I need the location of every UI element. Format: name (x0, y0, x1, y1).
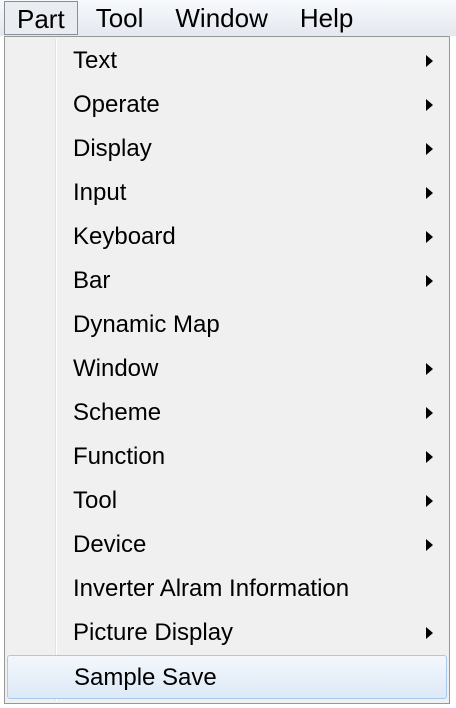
submenu-arrow-icon (426, 539, 433, 551)
submenu-arrow-icon (426, 407, 433, 419)
menu-item-label: Window (73, 355, 159, 382)
menu-tool[interactable]: Tool (80, 1, 160, 35)
menu-item-label: Device (73, 531, 147, 558)
submenu-arrow-icon (426, 495, 433, 507)
submenu-arrow-icon (426, 143, 433, 155)
submenu-arrow-icon (426, 99, 433, 111)
menu-item-picture-display[interactable]: Picture Display (7, 611, 447, 655)
menu-item-label: Tool (73, 487, 118, 514)
menu-item-input[interactable]: Input (7, 171, 447, 215)
menu-item-label: Input (73, 179, 127, 206)
part-dropdown-menu: Text Operate Display Input Keyboard Bar Dynami… (4, 36, 450, 704)
menu-item-dynamic-map[interactable]: Dynamic Map (7, 303, 447, 347)
menu-item-window[interactable]: Window (7, 347, 447, 391)
menu-item-label: Scheme (73, 399, 162, 426)
submenu-arrow-icon (426, 187, 433, 199)
menu-item-label: Sample Save (74, 664, 217, 691)
menu-item-label: Picture Display (73, 619, 234, 646)
menu-item-operate[interactable]: Operate (7, 83, 447, 127)
menu-item-sample-save[interactable]: Sample Save (7, 655, 447, 699)
menu-item-inverter-alram-information[interactable]: Inverter Alram Information (7, 567, 447, 611)
menu-item-keyboard[interactable]: Keyboard (7, 215, 447, 259)
menu-item-label: Operate (73, 91, 160, 118)
menu-item-device[interactable]: Device (7, 523, 447, 567)
menu-help[interactable]: Help (284, 1, 369, 35)
menu-item-label: Keyboard (73, 223, 176, 250)
menu-item-text[interactable]: Text (7, 39, 447, 83)
menu-item-scheme[interactable]: Scheme (7, 391, 447, 435)
menu-part[interactable]: Part (4, 1, 78, 35)
menu-bar: Part Tool Window Help (0, 0, 456, 36)
submenu-arrow-icon (426, 55, 433, 67)
menu-item-label: Dynamic Map (73, 311, 220, 338)
menu-item-label: Bar (73, 267, 111, 294)
menu-item-tool[interactable]: Tool (7, 479, 447, 523)
menu-item-label: Display (73, 135, 152, 162)
submenu-arrow-icon (426, 627, 433, 639)
submenu-arrow-icon (426, 231, 433, 243)
menu-window[interactable]: Window (159, 1, 283, 35)
submenu-arrow-icon (426, 275, 433, 287)
menu-item-label: Text (73, 47, 118, 74)
submenu-arrow-icon (426, 363, 433, 375)
menu-item-display[interactable]: Display (7, 127, 447, 171)
menu-item-bar[interactable]: Bar (7, 259, 447, 303)
menu-item-label: Inverter Alram Information (73, 575, 350, 602)
submenu-arrow-icon (426, 451, 433, 463)
menu-item-function[interactable]: Function (7, 435, 447, 479)
menu-item-label: Function (73, 443, 166, 470)
